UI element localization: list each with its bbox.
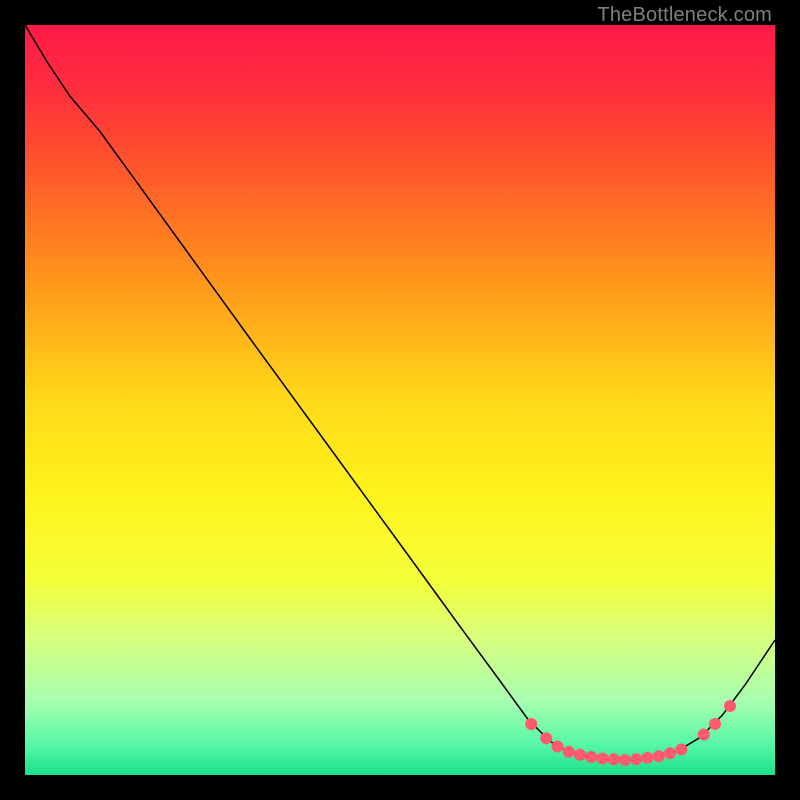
gradient-background xyxy=(25,25,775,775)
valley-marker xyxy=(709,718,721,730)
attribution-label: TheBottleneck.com xyxy=(597,4,772,27)
valley-marker xyxy=(630,753,642,765)
valley-marker xyxy=(724,700,736,712)
valley-marker xyxy=(698,729,710,741)
valley-marker xyxy=(664,747,676,759)
valley-marker xyxy=(597,753,609,765)
valley-marker xyxy=(642,752,654,764)
plot-area xyxy=(25,25,775,775)
valley-marker xyxy=(525,718,537,730)
valley-marker xyxy=(552,741,564,753)
valley-marker xyxy=(619,754,631,766)
chart-frame: TheBottleneck.com xyxy=(0,0,800,800)
valley-marker xyxy=(585,751,597,763)
valley-marker xyxy=(540,732,552,744)
valley-marker xyxy=(608,753,620,765)
chart-svg xyxy=(25,25,775,775)
valley-marker xyxy=(675,744,687,756)
valley-marker xyxy=(563,746,575,758)
valley-marker xyxy=(574,749,586,761)
valley-marker xyxy=(653,750,665,762)
